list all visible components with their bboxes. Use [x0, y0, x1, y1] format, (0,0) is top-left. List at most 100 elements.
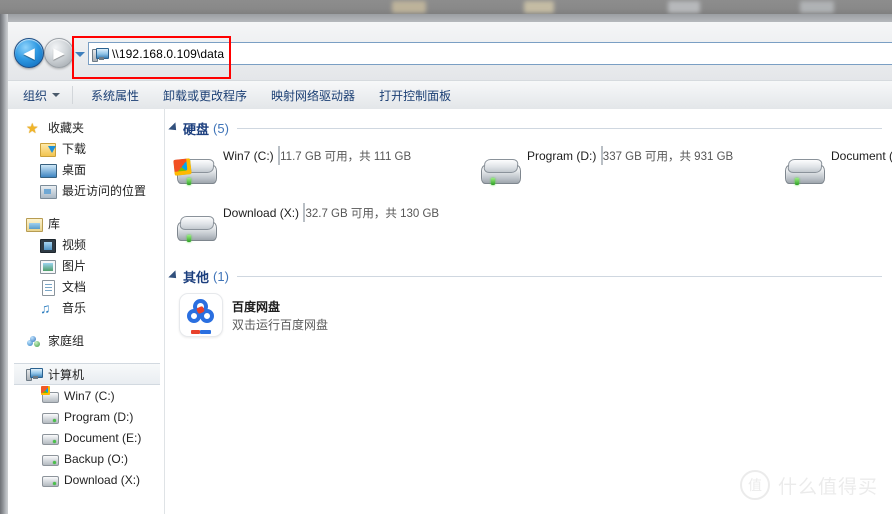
- section-header-other[interactable]: 其他 (1): [168, 267, 892, 285]
- collapse-triangle-icon[interactable]: [168, 122, 180, 134]
- toolbar-item-label: 系统属性: [91, 88, 140, 103]
- drive-name: Program (D:): [527, 149, 597, 163]
- address-bar[interactable]: \\192.168.0.109\data: [88, 42, 892, 65]
- downloads-folder-icon: [40, 141, 56, 157]
- sidebar-item-pictures[interactable]: 图片: [8, 255, 164, 276]
- section-divider: [236, 127, 882, 129]
- sidebar-item-drive-x[interactable]: Download (X:): [8, 469, 164, 490]
- sidebar-item-drive-c[interactable]: Win7 (C:): [8, 385, 164, 406]
- toolbar-item-label: 打开控制面板: [379, 88, 452, 103]
- sidebar-item-label: Win7 (C:): [64, 388, 115, 403]
- sidebar-item-drive-o[interactable]: Backup (O:): [8, 448, 164, 469]
- sidebar-item-label: 视频: [62, 238, 87, 252]
- sidebar-item-label: 桌面: [62, 163, 87, 177]
- sidebar-item-label: Backup (O:): [64, 451, 129, 466]
- toolbar-organize-button[interactable]: 组织: [14, 84, 69, 107]
- toolbar-uninstall-change-program-button[interactable]: 卸载或更改程序: [154, 84, 256, 107]
- forward-arrow-icon: ▶: [53, 44, 65, 62]
- drive-tile-d[interactable]: Program (D:) 337 GB 可用，共 931 GB: [473, 143, 773, 195]
- sidebar-item-label: 音乐: [62, 301, 87, 315]
- recent-pages-dropdown-button[interactable]: [74, 49, 86, 59]
- drive-icon: [175, 214, 217, 248]
- command-toolbar: 组织 系统属性 卸载或更改程序 映射网络驱动器 打开控制面板: [8, 80, 892, 110]
- sidebar-item-homegroup[interactable]: 家庭组: [8, 330, 164, 351]
- capacity-gauge: [600, 146, 603, 165]
- drive-capacity-text: 32.7 GB 可用，共 130 GB: [305, 208, 440, 220]
- documents-icon: [40, 279, 56, 296]
- window-frame-left: [0, 14, 8, 514]
- sidebar-item-label: 收藏夹: [48, 121, 85, 135]
- drive-icon: [42, 451, 59, 467]
- drive-windows-icon: [41, 385, 59, 404]
- toolbar-item-label: 映射网络驱动器: [271, 88, 356, 103]
- sidebar-item-label: 库: [48, 217, 61, 231]
- drive-icon: [783, 157, 825, 191]
- explorer-window: ◀ ▶ \\192.168.0.109\data 组织 系统属性 卸载或更改程序…: [0, 14, 892, 514]
- drive-icon: [42, 430, 59, 446]
- pictures-icon: [40, 258, 56, 274]
- sidebar-item-favorites[interactable]: ★ 收藏夹: [8, 117, 164, 138]
- other-item-description: 双击运行百度网盘: [232, 318, 329, 332]
- computer-icon: [26, 366, 43, 382]
- desktop-icon: [40, 162, 57, 178]
- sidebar-item-computer[interactable]: 计算机: [14, 363, 160, 385]
- sidebar-item-label: Download (X:): [64, 472, 141, 487]
- sidebar-item-recent-places[interactable]: 最近访问的位置: [8, 180, 164, 201]
- sidebar-item-label: 最近访问的位置: [62, 184, 147, 198]
- navigation-bar: ◀ ▶ \\192.168.0.109\data: [8, 22, 892, 80]
- toolbar-open-control-panel-button[interactable]: 打开控制面板: [370, 84, 460, 107]
- sidebar-item-drive-d[interactable]: Program (D:): [8, 406, 164, 427]
- drive-tile-c[interactable]: Win7 (C:) 11.7 GB 可用，共 111 GB: [169, 143, 469, 195]
- navigation-pane: ★ 收藏夹 下载 桌面 最近访问的位置 库 视频 图片 文档 ♫ 音乐 家庭组 …: [8, 109, 165, 514]
- other-item-name: 百度网盘: [232, 300, 281, 314]
- sidebar-item-label: 家庭组: [48, 334, 85, 348]
- drive-tile-x[interactable]: Download (X:) 32.7 GB 可用，共 130 GB: [169, 200, 469, 252]
- toolbar-separator: [72, 86, 74, 104]
- forward-button[interactable]: ▶: [44, 38, 74, 68]
- back-button[interactable]: ◀: [14, 38, 44, 68]
- sidebar-item-label: Program (D:): [64, 409, 134, 424]
- drive-icon: [479, 157, 521, 191]
- section-title: 硬盘: [183, 121, 210, 137]
- content-pane: 硬盘 (5) Win7 (C:) 11.7 GB 可用，共 111 GB Pro…: [165, 109, 892, 514]
- drive-windows-icon: [173, 157, 217, 191]
- drive-name: Win7 (C:): [223, 149, 274, 163]
- window-frame-top: [0, 14, 892, 22]
- capacity-gauge: [278, 146, 281, 165]
- back-arrow-icon: ◀: [23, 44, 35, 62]
- drive-icon: [42, 472, 59, 488]
- desktop-background-strip: [0, 0, 892, 14]
- section-title: 其他: [183, 269, 210, 285]
- section-count: (1): [213, 268, 229, 284]
- sidebar-item-libraries[interactable]: 库: [8, 213, 164, 234]
- section-header-hard-disks[interactable]: 硬盘 (5): [168, 119, 892, 137]
- sidebar-item-label: 计算机: [48, 367, 85, 382]
- sidebar-item-documents[interactable]: 文档: [8, 276, 164, 297]
- baidu-netdisk-icon: [179, 293, 223, 337]
- drive-capacity-text: 11.7 GB 可用，共 111 GB: [280, 151, 412, 163]
- sidebar-item-music[interactable]: ♫ 音乐: [8, 297, 164, 318]
- library-icon: [26, 216, 43, 232]
- computer-icon: [92, 47, 109, 62]
- collapse-triangle-icon[interactable]: [168, 270, 180, 282]
- sidebar-item-label: 下载: [62, 142, 87, 156]
- sidebar-item-drive-e[interactable]: Document (E:): [8, 427, 164, 448]
- hard-disks-grid: Win7 (C:) 11.7 GB 可用，共 111 GB Program (D…: [165, 143, 892, 255]
- sidebar-item-label: 图片: [62, 259, 87, 273]
- homegroup-icon: [26, 333, 42, 349]
- other-grid: 百度网盘 双击运行百度网盘: [165, 293, 892, 363]
- toolbar-system-properties-button[interactable]: 系统属性: [82, 84, 148, 107]
- video-icon: [40, 237, 56, 253]
- toolbar-map-network-drive-button[interactable]: 映射网络驱动器: [262, 84, 364, 107]
- drive-tile-e[interactable]: Document (E:) 96.4 GB 可用，共 932 GB: [777, 143, 892, 195]
- drive-capacity-text: 337 GB 可用，共 931 GB: [602, 151, 734, 163]
- sidebar-item-desktop[interactable]: 桌面: [8, 159, 164, 180]
- sidebar-item-videos[interactable]: 视频: [8, 234, 164, 255]
- sidebar-item-downloads[interactable]: 下载: [8, 138, 164, 159]
- other-item-baidu-netdisk[interactable]: 百度网盘 双击运行百度网盘: [179, 293, 328, 337]
- section-count: (5): [213, 120, 229, 136]
- sidebar-item-label: 文档: [62, 280, 87, 294]
- toolbar-item-label: 卸载或更改程序: [163, 88, 248, 103]
